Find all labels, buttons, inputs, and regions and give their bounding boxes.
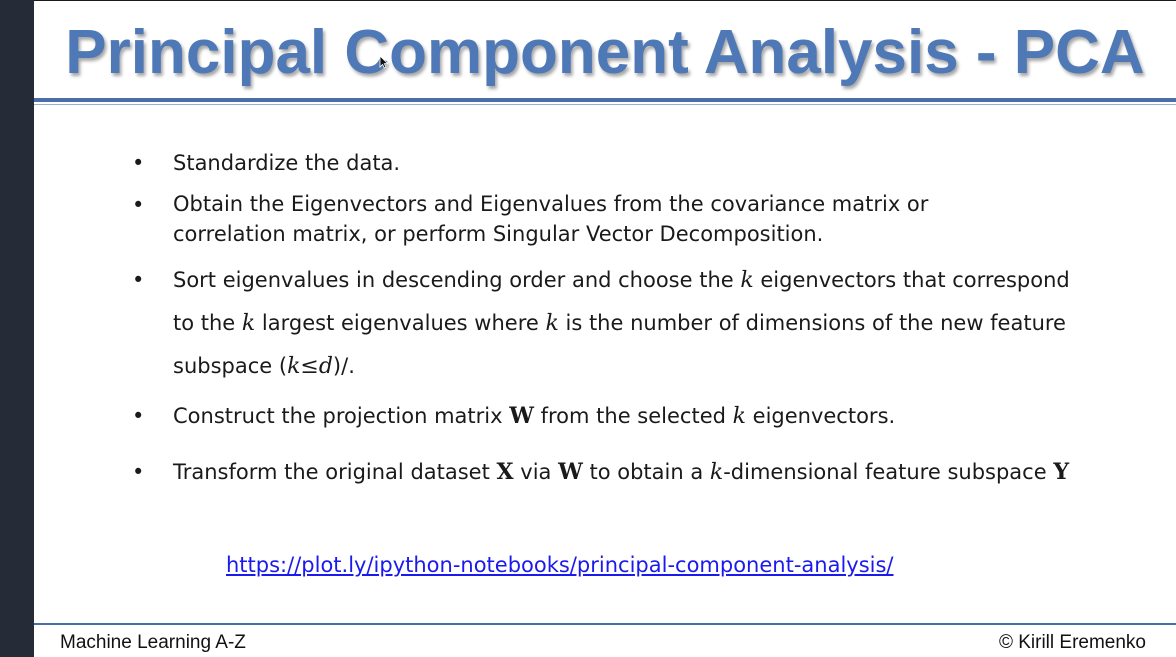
bullet-text: largest eigenvalues where [255,311,546,335]
footer-course-name: Machine Learning A-Z [60,632,246,653]
title-divider [34,98,1176,102]
bullet-text: eigenvectors. [745,404,896,428]
mouse-pointer-icon [379,55,389,69]
bullet-item: • Sort eigenvalues in descending order a… [132,259,1092,388]
bullet-item: • Construct the projection matrix W from… [132,395,1092,438]
left-dark-strip [0,0,34,657]
title-divider-thin [34,104,1176,105]
bullet-text: from the selected [533,404,733,428]
math-W: W [509,403,534,429]
math-Y: Y [1053,459,1070,485]
bullet-text: to obtain a [582,460,710,484]
bullet-item: • Transform the original dataset X via W… [132,450,1092,495]
math-k-le-d: k≤d [287,354,333,379]
bullet-dot: • [132,151,145,175]
math-k: k [241,311,256,336]
bullet-text: Construct the projection matrix [173,404,510,428]
bullet-list: • Standardize the data. • Obtain the Eig… [132,147,1092,495]
bullet-item: • Obtain the Eigenvectors and Eigenvalue… [132,189,1092,249]
footer-copyright: © Kirill Eremenko [998,632,1146,653]
bullet-text-line: correlation matrix, or perform Singular … [173,222,824,246]
reference-link[interactable]: https://plot.ly/ipython-notebooks/princi… [226,553,894,577]
bullet-text: via [513,460,559,484]
bullet-dot: • [132,193,145,217]
math-X: X [496,459,514,485]
bullet-dot: • [132,268,145,292]
bullet-text: )/. [332,354,355,378]
bullet-text-line: Obtain the Eigenvectors and Eigenvalues … [173,192,929,216]
bullet-dot: • [132,460,145,484]
slide-title: Principal Component Analysis - PCA [65,18,1145,87]
math-k: k [740,268,754,293]
bullet-dot: • [132,404,145,428]
math-W: W [558,459,583,485]
math-k: k [732,404,746,429]
bullet-text: Sort eigenvalues in descending order and… [173,268,741,292]
math-k: k [545,311,559,336]
math-k: k [709,460,724,485]
slide: Principal Component Analysis - PCA • Sta… [34,0,1176,657]
bullet-text: Transform the original dataset [173,460,497,484]
bullet-text: Standardize the data. [173,151,401,175]
bullet-item: • Standardize the data. [132,147,1092,179]
footer-divider [34,623,1176,625]
bullet-text: -dimensional feature subspace [723,460,1054,484]
